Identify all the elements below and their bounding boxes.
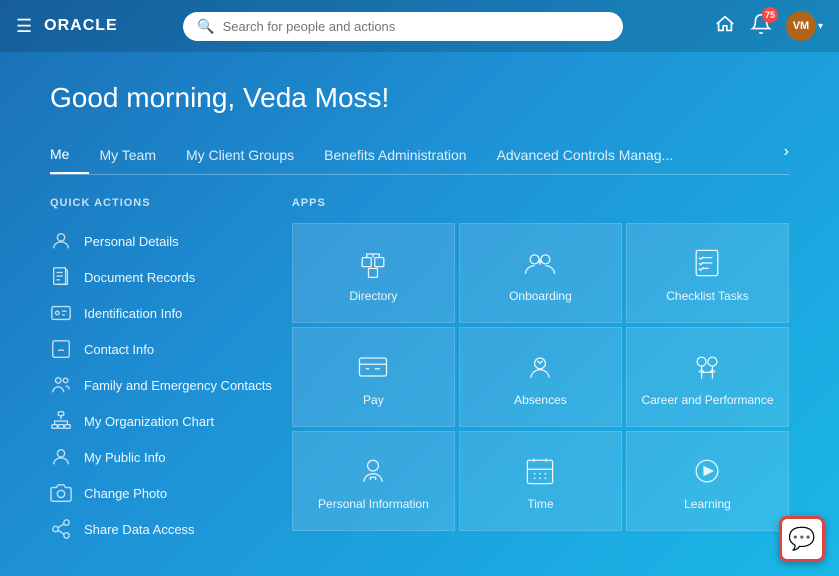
body-split: QUICK ACTIONS Personal Details Document …: [50, 197, 789, 547]
action-org-chart[interactable]: My Organization Chart: [50, 403, 272, 439]
tab-benefits[interactable]: Benefits Administration: [324, 139, 486, 173]
action-public-info[interactable]: My Public Info: [50, 439, 272, 475]
app-tile-pay[interactable]: Pay: [292, 327, 455, 427]
app-tile-learning[interactable]: Learning: [626, 431, 789, 531]
apps-section: APPS Directory: [292, 197, 789, 547]
notifications-icon[interactable]: 75: [750, 13, 772, 40]
app-tile-career[interactable]: Career and Performance: [626, 327, 789, 427]
greeting-text: Good morning, Veda Moss!: [50, 82, 789, 114]
action-org-chart-label: My Organization Chart: [84, 414, 214, 429]
header-actions: 75 VM ▾: [714, 11, 823, 41]
tab-my-team[interactable]: My Team: [99, 139, 176, 173]
app-directory-label: Directory: [349, 289, 397, 305]
family-emergency-icon: [50, 374, 72, 396]
quick-actions-label: QUICK ACTIONS: [50, 197, 272, 209]
app-tile-absences[interactable]: Absences: [459, 327, 622, 427]
app-personal-label: Personal Information: [318, 497, 429, 513]
app-checklist-label: Checklist Tasks: [666, 289, 748, 305]
action-change-photo[interactable]: Change Photo: [50, 475, 272, 511]
apps-label: APPS: [292, 197, 789, 209]
user-avatar[interactable]: VM ▾: [786, 11, 823, 41]
org-chart-icon: [50, 410, 72, 432]
chat-bubble-icon: 💬: [788, 526, 815, 552]
action-personal-details-label: Personal Details: [84, 234, 179, 249]
action-change-photo-label: Change Photo: [84, 486, 167, 501]
app-onboarding-label: Onboarding: [509, 289, 572, 305]
action-contact-info-label: Contact Info: [84, 342, 154, 357]
action-document-records-label: Document Records: [84, 270, 195, 285]
action-identification-info-label: Identification Info: [84, 306, 182, 321]
personal-details-icon: [50, 230, 72, 252]
app-tile-personal[interactable]: Personal Information: [292, 431, 455, 531]
search-input[interactable]: [223, 19, 610, 34]
action-personal-details[interactable]: Personal Details: [50, 223, 272, 259]
home-icon[interactable]: [714, 13, 736, 40]
contact-info-icon: [50, 338, 72, 360]
oracle-logo: ORACLE: [44, 17, 118, 35]
tab-advanced-controls[interactable]: Advanced Controls Manag...: [497, 139, 694, 173]
share-data-icon: [50, 518, 72, 540]
notification-badge: 75: [762, 7, 778, 23]
chevron-down-icon: ▾: [818, 21, 823, 32]
tabs-bar: Me My Team My Client Groups Benefits Adm…: [50, 138, 789, 175]
app-pay-label: Pay: [363, 393, 384, 409]
tab-client-groups[interactable]: My Client Groups: [186, 139, 314, 173]
identification-info-icon: [50, 302, 72, 324]
app-tile-checklist[interactable]: Checklist Tasks: [626, 223, 789, 323]
action-document-records[interactable]: Document Records: [50, 259, 272, 295]
app-tile-time[interactable]: Time: [459, 431, 622, 531]
header: ☰ ORACLE 🔍 75 VM ▾: [0, 0, 839, 52]
search-bar[interactable]: 🔍: [183, 12, 623, 41]
document-records-icon: [50, 266, 72, 288]
action-share-data-label: Share Data Access: [84, 522, 195, 537]
change-photo-icon: [50, 482, 72, 504]
action-identification-info[interactable]: Identification Info: [50, 295, 272, 331]
app-time-label: Time: [527, 497, 553, 513]
avatar-circle: VM: [786, 11, 816, 41]
apps-grid: Directory Onboarding: [292, 223, 789, 531]
action-family-emergency-label: Family and Emergency Contacts: [84, 378, 272, 393]
action-share-data[interactable]: Share Data Access: [50, 511, 272, 547]
hamburger-icon[interactable]: ☰: [16, 17, 32, 35]
app-tile-onboarding[interactable]: Onboarding: [459, 223, 622, 323]
chat-button[interactable]: 💬: [779, 516, 825, 562]
main-content: Good morning, Veda Moss! Me My Team My C…: [0, 52, 839, 547]
app-absences-label: Absences: [514, 393, 567, 409]
app-learning-label: Learning: [684, 497, 731, 513]
tab-me[interactable]: Me: [50, 138, 89, 174]
action-family-emergency[interactable]: Family and Emergency Contacts: [50, 367, 272, 403]
app-career-label: Career and Performance: [641, 393, 773, 409]
quick-actions-panel: QUICK ACTIONS Personal Details Document …: [50, 197, 272, 547]
search-icon: 🔍: [197, 18, 214, 35]
public-info-icon: [50, 446, 72, 468]
tabs-arrow[interactable]: ›: [784, 143, 789, 169]
action-public-info-label: My Public Info: [84, 450, 166, 465]
action-contact-info[interactable]: Contact Info: [50, 331, 272, 367]
app-tile-directory[interactable]: Directory: [292, 223, 455, 323]
